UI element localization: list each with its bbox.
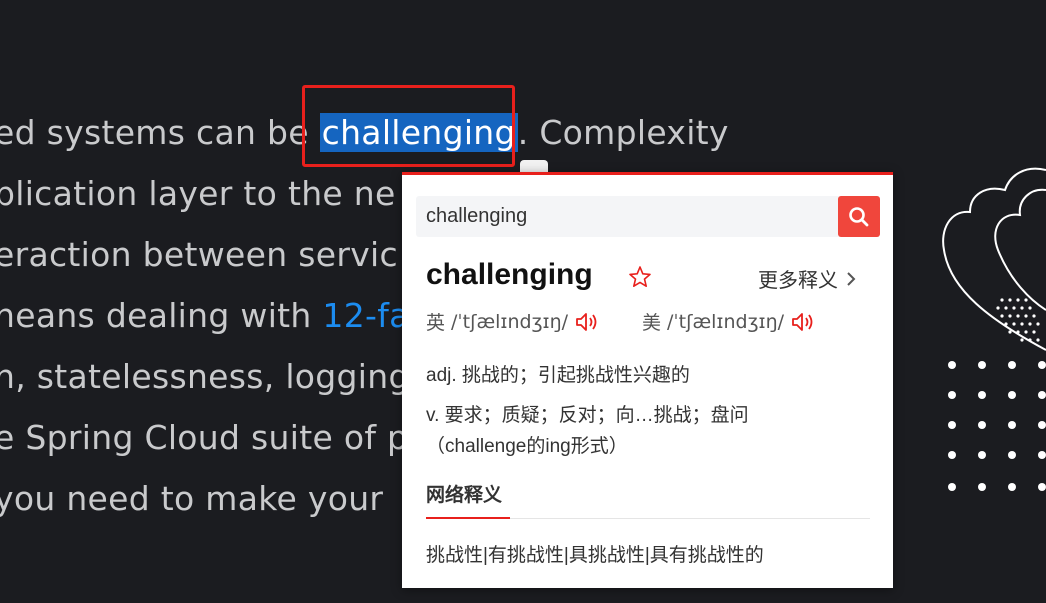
star-icon[interactable] — [628, 265, 652, 289]
phonetic-region: 美 — [642, 313, 662, 334]
search-input[interactable] — [416, 196, 836, 237]
phonetic-ipa: /ˈtʃælɪndʒɪŋ/ — [451, 310, 569, 333]
article-line: eraction between servic — [0, 235, 398, 274]
phonetic-us: 美 /ˈtʃælɪndʒɪŋ/ — [642, 308, 816, 335]
selection-highlight-box — [302, 85, 515, 167]
search-icon — [849, 206, 869, 226]
article-line: plication layer to the ne — [0, 174, 396, 213]
more-definitions-link[interactable]: 更多释义 — [758, 264, 856, 293]
article-line: e Spring Cloud suite of p — [0, 418, 409, 457]
definition-verb: v. 要求；质疑；反对；向…挑战；盘问 — [426, 405, 749, 426]
article-line: you need to make your — [0, 479, 384, 518]
speaker-icon[interactable] — [574, 311, 600, 333]
headword: challenging — [426, 258, 593, 291]
chevron-right-icon — [847, 271, 856, 286]
web-definitions-title: 网络释义 — [426, 485, 503, 506]
phonetic-uk: 英 /ˈtʃælɪndʒɪŋ/ — [426, 308, 600, 335]
phonetic-region: 英 — [426, 313, 446, 334]
article-line: neans dealing with 12-fac — [0, 296, 429, 335]
dictionary-popup: challenging 更多释义 英 /ˈtʃælɪndʒɪŋ/ 美 /ˈtʃæ… — [402, 172, 893, 588]
more-definitions-label: 更多释义 — [758, 270, 838, 292]
decorative-graphic — [942, 167, 1046, 491]
search-bar — [416, 196, 880, 237]
web-definitions: 挑战性|有挑战性|具挑战性|具有挑战性的 — [426, 545, 764, 566]
section-underline — [426, 517, 510, 519]
speaker-icon[interactable] — [790, 311, 816, 333]
definition-note: （challenge的ing形式） — [426, 436, 628, 457]
search-button[interactable] — [838, 196, 880, 237]
article-line: n, statelessness, logging — [0, 357, 410, 396]
definition-adj: adj. 挑战的；引起挑战性兴趣的 — [426, 365, 690, 386]
phonetic-ipa: /ˈtʃælɪndʒɪŋ/ — [667, 310, 785, 333]
